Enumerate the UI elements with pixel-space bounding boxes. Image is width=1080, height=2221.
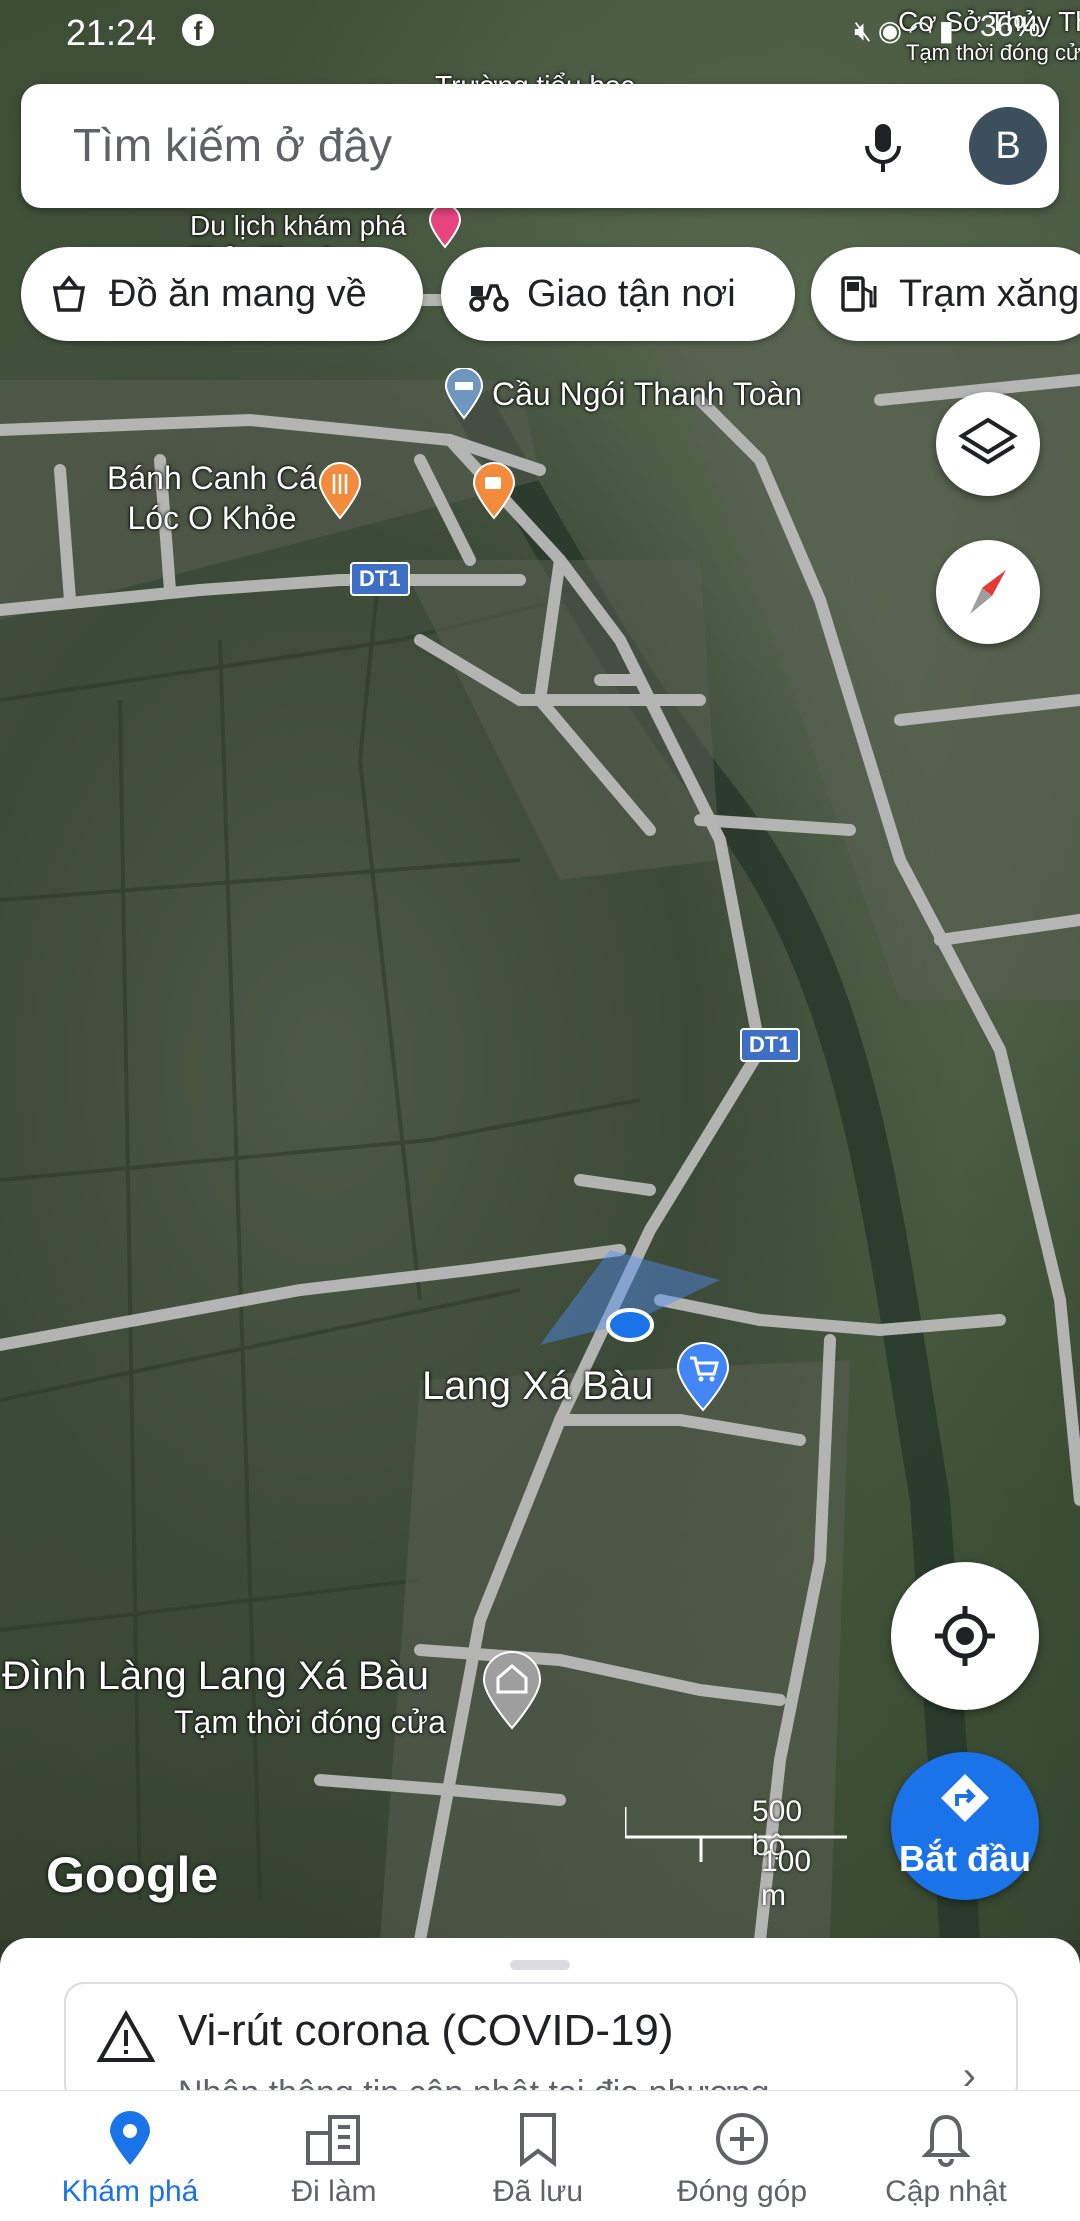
chip-label: Đồ ăn mang về [109, 273, 367, 315]
poi-label-bridge[interactable]: Cầu Ngói Thanh Toàn [492, 376, 802, 413]
battery-level: 36% [979, 10, 1040, 43]
nav-saved[interactable]: Đã lưu [438, 2091, 638, 2221]
chip-delivery[interactable]: Giao tận nơi [441, 247, 795, 341]
status-time: 21:24 [66, 12, 157, 53]
layers-button[interactable] [936, 392, 1040, 496]
bell-icon [922, 2114, 970, 2167]
chip-label: Giao tận nơi [527, 273, 736, 315]
nav-label: Đi làm [291, 2175, 377, 2208]
nav-label: Khám phá [61, 2175, 199, 2208]
nav-updates[interactable]: Cập nhật [846, 2091, 1046, 2221]
nav-label: Cập nhật [885, 2175, 1007, 2208]
nav-label: Đã lưu [492, 2175, 584, 2208]
directions-icon [941, 1774, 989, 1822]
nav-explore[interactable]: Khám phá [30, 2091, 230, 2221]
chip-gas-station[interactable]: Trạm xăng [811, 247, 1080, 341]
compass-icon [970, 570, 1006, 614]
poi-label-temple-status: Tạm thời đóng cửa [174, 1704, 446, 1740]
covid-title: Vi-rút corona (COVID-19) [178, 2006, 674, 2055]
bookmark-icon [520, 2113, 556, 2167]
poi-label-temple[interactable]: Đình Làng Lang Xá Bàu [2, 1654, 429, 1699]
sheet-handle[interactable] [510, 1960, 570, 1970]
add-circle-icon [716, 2113, 768, 2165]
my-location-button[interactable] [891, 1562, 1039, 1710]
covid-card[interactable]: Vi-rút corona (COVID-19) Nhận thông tin … [64, 1982, 1018, 2112]
location-pin-icon [110, 2111, 150, 2165]
status-bar: 21:24 f 🔇︎◉◠▮ 36% [0, 0, 1080, 64]
signal-icon: ▮ [938, 15, 960, 46]
crosshair-icon [935, 1606, 995, 1666]
wifi-icon: ◠ [908, 15, 939, 46]
avatar[interactable]: B [969, 107, 1047, 185]
poi-label-restaurant[interactable]: Bánh Canh Cá Lóc O Khỏe [92, 458, 332, 538]
road-shield: DT1 [740, 1028, 800, 1062]
warning-icon [96, 2010, 156, 2062]
scooter-icon [469, 284, 509, 312]
nav-contribute[interactable]: Đóng góp [642, 2091, 842, 2221]
search-input[interactable]: Tìm kiếm ở đây [73, 118, 392, 172]
start-navigation-button[interactable]: Bắt đầu [891, 1752, 1039, 1900]
microphone-icon[interactable] [851, 114, 915, 178]
facebook-icon: f [182, 14, 214, 46]
mute-icon: 🔇︎ [854, 15, 878, 46]
start-button-label: Bắt đầu [898, 1838, 1031, 1879]
google-logo: Google [46, 1847, 219, 1903]
road-shield: DT1 [350, 562, 410, 596]
chip-label: Trạm xăng [899, 273, 1080, 315]
location-icon: ◉ [877, 15, 909, 46]
bag-icon [52, 275, 86, 312]
compass-button[interactable] [936, 540, 1040, 644]
gas-station-icon [841, 276, 877, 312]
search-bar[interactable]: Tìm kiếm ở đây B [21, 84, 1059, 208]
office-building-icon [306, 2115, 360, 2165]
status-icons: 🔇︎◉◠▮ [854, 14, 960, 48]
bottom-navigation: Khám phá Đi làm Đã lưu Đóng góp Cập nhật [0, 2090, 1080, 2221]
bottom-sheet[interactable]: Vi-rút corona (COVID-19) Nhận thông tin … [0, 1938, 1080, 2112]
nav-label: Đóng góp [676, 2175, 808, 2208]
layers-icon [958, 417, 1018, 465]
poi-label-shop[interactable]: Lang Xá Bàu [422, 1364, 653, 1409]
scale-meters: 100 m [761, 1845, 812, 1912]
chip-takeout[interactable]: Đồ ăn mang về [21, 247, 423, 341]
nav-commute[interactable]: Đi làm [234, 2091, 434, 2221]
